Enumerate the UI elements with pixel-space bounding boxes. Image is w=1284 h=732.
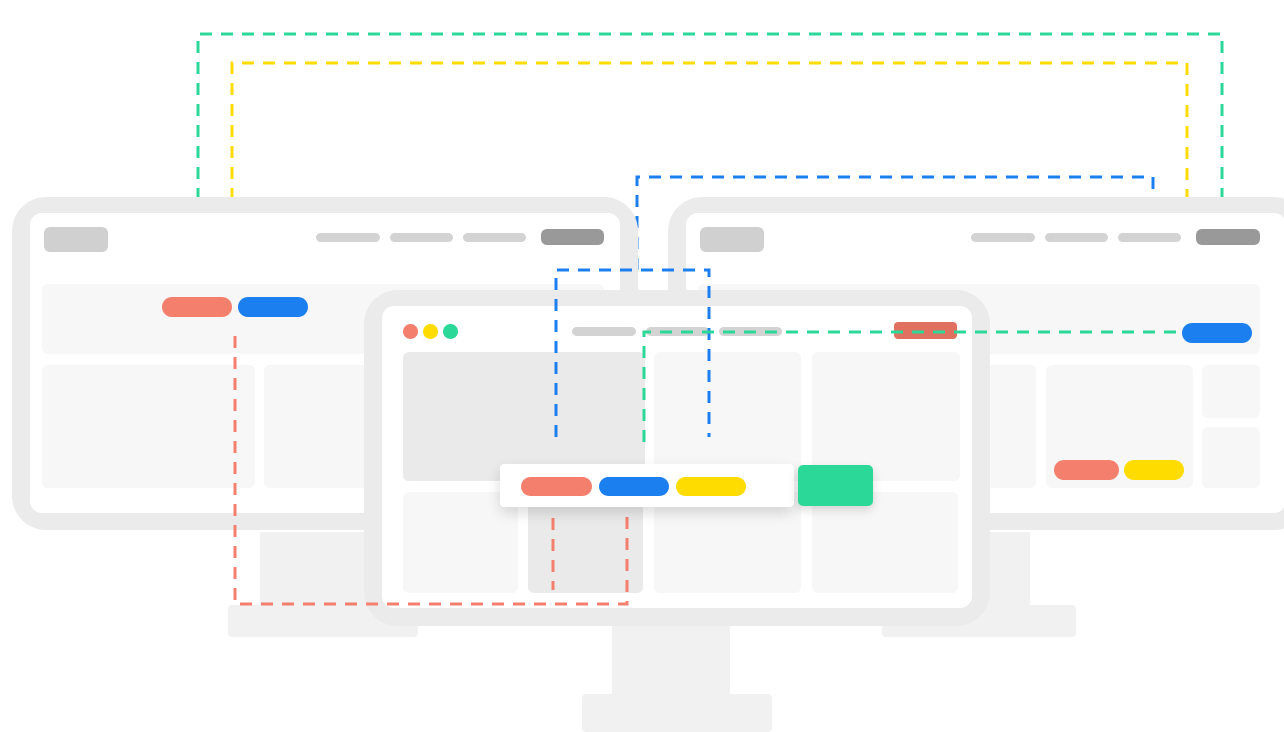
blue-connector-center (554, 268, 711, 437)
multi-device-sync-illustration (0, 0, 1284, 732)
green-connector-center (642, 330, 1182, 442)
toolbar-coral-pill (521, 477, 592, 496)
connector-lines-front (233, 268, 1182, 606)
toolbar-blue-pill (599, 477, 669, 496)
floating-pill-toolbar (500, 464, 794, 507)
toolbar-yellow-pill (676, 477, 746, 496)
green-action-block (798, 465, 873, 506)
